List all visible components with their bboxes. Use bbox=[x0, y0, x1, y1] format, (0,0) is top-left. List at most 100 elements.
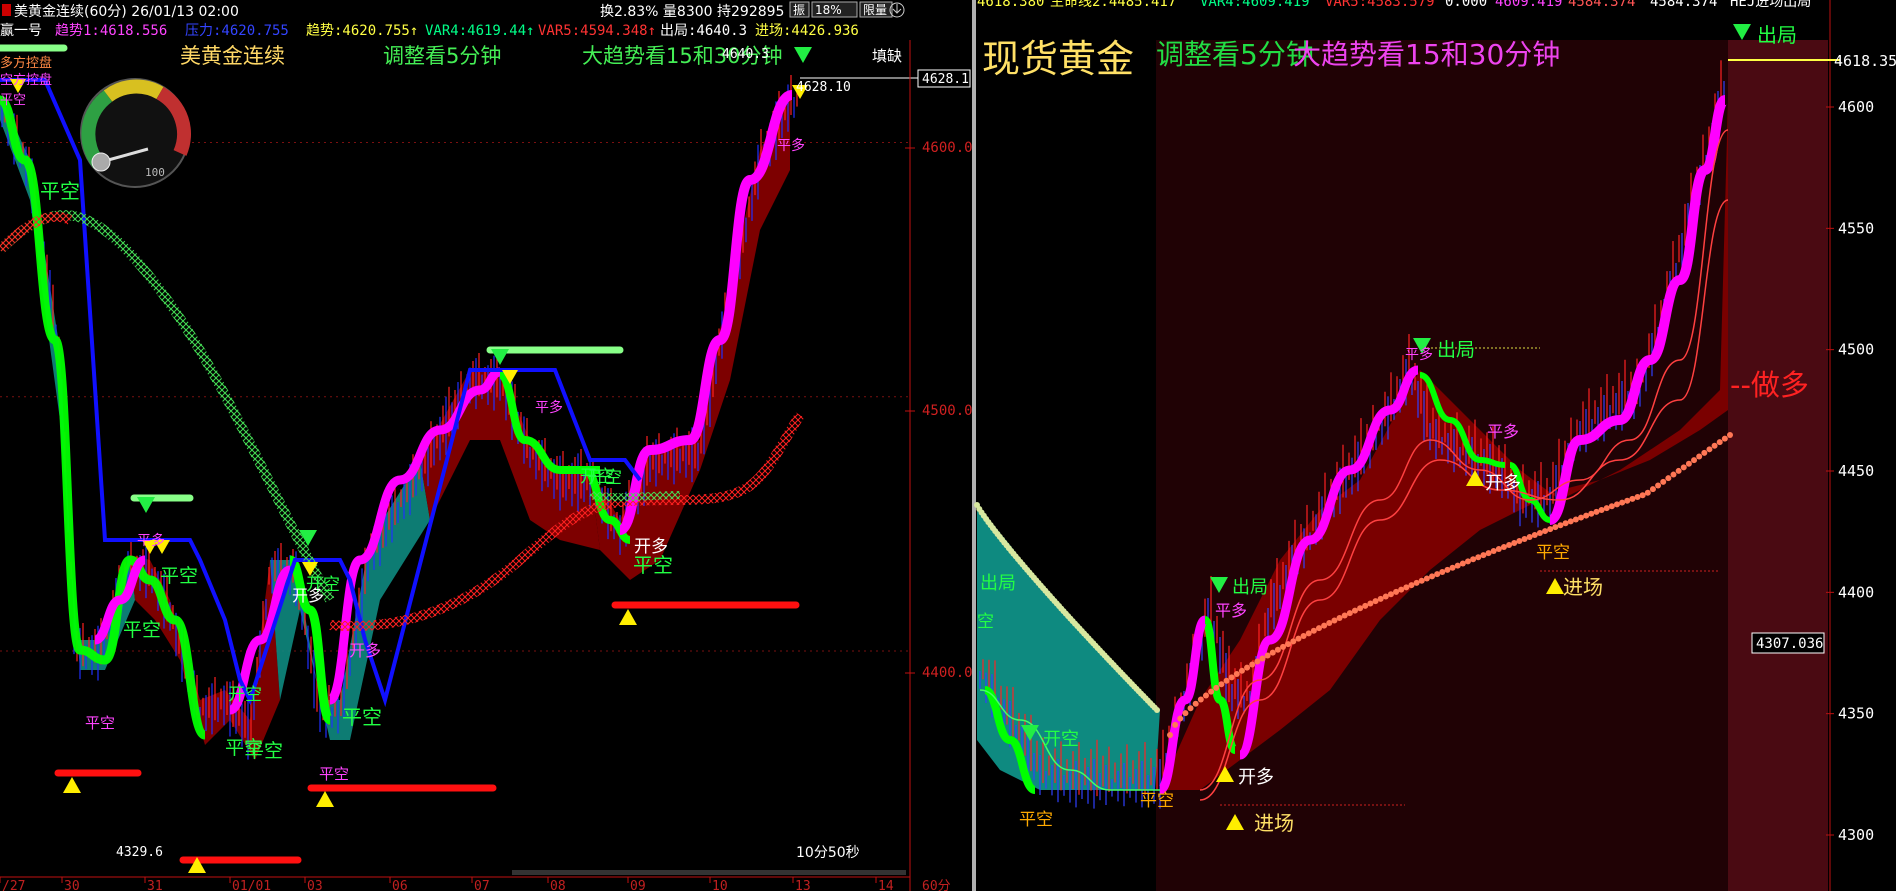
x-tick-label: 07 bbox=[474, 879, 490, 891]
signal-label: 平多 bbox=[1487, 422, 1519, 441]
life-line-dot bbox=[1475, 554, 1482, 561]
life-line-dot bbox=[1393, 588, 1400, 595]
life-line-dot bbox=[1449, 564, 1456, 571]
life-line-dot bbox=[1228, 674, 1235, 681]
life-line-dot bbox=[1593, 508, 1600, 515]
fill-gap-label[interactable]: 填缺 bbox=[872, 47, 902, 65]
life-line-dot bbox=[1557, 522, 1564, 529]
indicator-value: 压力:4620.755 bbox=[185, 23, 289, 39]
life-line-dot bbox=[1280, 643, 1287, 650]
life-line-dot bbox=[1192, 700, 1199, 707]
signal-label: 进场 bbox=[1563, 575, 1603, 599]
bar-countdown: 10分50秒 bbox=[796, 845, 860, 861]
life-line-dot bbox=[1331, 617, 1338, 624]
signal-label: 平多 bbox=[1215, 601, 1247, 620]
life-line-dot bbox=[1459, 560, 1466, 567]
life-line-dot bbox=[1572, 516, 1579, 523]
life-line-dot bbox=[1326, 620, 1333, 627]
signal-label: 平多 bbox=[535, 399, 563, 416]
side-label-long: 多方控盘 bbox=[0, 55, 52, 71]
y-tick-label: 4450 bbox=[1838, 462, 1874, 480]
life-line-dot bbox=[1408, 582, 1415, 589]
life-line-dot bbox=[1583, 512, 1590, 519]
life-line-dot bbox=[1264, 652, 1271, 659]
life-line-dot bbox=[1305, 630, 1312, 637]
life-line-dot bbox=[1526, 533, 1533, 540]
life-line-dot bbox=[1295, 635, 1302, 642]
life-line-dot bbox=[1603, 505, 1610, 512]
x-tick-label: 30 bbox=[64, 879, 80, 891]
signal-label: 开多 bbox=[292, 586, 324, 605]
signal-label: 开多 bbox=[349, 641, 381, 660]
life-line-dot bbox=[1624, 497, 1631, 504]
life-line-dot bbox=[1711, 442, 1718, 449]
panel-divider[interactable] bbox=[972, 0, 976, 891]
chart-stats: 换2.83% 量8300 持292895 bbox=[600, 3, 784, 20]
life-line-dot bbox=[1727, 432, 1733, 438]
life-line-dot bbox=[1315, 625, 1322, 632]
life-line-dot bbox=[1634, 494, 1641, 501]
right-indicator-value: VAR5:4583.579 bbox=[1325, 0, 1435, 10]
right-adjust-5min: 调整看5分钟 bbox=[1156, 38, 1314, 71]
right-title: 现货黄金 bbox=[982, 37, 1134, 81]
signal-label: 平空 bbox=[85, 714, 115, 732]
signal-label: 平空 bbox=[160, 565, 198, 587]
life-line-dot bbox=[1439, 569, 1446, 576]
indicator-value: 赢一号 bbox=[0, 22, 42, 39]
life-line-dot bbox=[1336, 615, 1343, 622]
signal-label: 平空 bbox=[1536, 543, 1570, 563]
life-line-dot bbox=[1670, 471, 1677, 478]
life-line-dot bbox=[1644, 489, 1651, 496]
left-chart-panel[interactable]: 美黄金连续(60分) 26/01/13 02:00 换2.83% 量8300 持… bbox=[0, 0, 975, 891]
signal-label: 开多 bbox=[1485, 473, 1521, 494]
y-tick-label: 4550 bbox=[1838, 219, 1874, 237]
indicator-value: 趋势:4620.755↑ bbox=[306, 23, 418, 39]
life-line-dot bbox=[1547, 526, 1554, 533]
life-line-dot bbox=[1202, 692, 1209, 699]
life-line-dot bbox=[1418, 577, 1425, 584]
life-line-dot bbox=[1511, 539, 1518, 546]
last-price-value: 4628.1 bbox=[922, 72, 969, 87]
life-line-dot bbox=[1516, 537, 1523, 544]
life-line-dot bbox=[1403, 584, 1410, 591]
life-line-dot bbox=[1521, 535, 1528, 542]
x-tick-label: 13 bbox=[795, 879, 811, 891]
timeframe-label: 60分 bbox=[922, 879, 951, 891]
signal-label: 平空 bbox=[40, 179, 80, 203]
x-tick-label: /27 bbox=[2, 879, 25, 891]
life-line-dot bbox=[1429, 573, 1436, 580]
life-line-dot bbox=[1531, 531, 1538, 538]
life-line-dot bbox=[1321, 622, 1328, 629]
signal-label: 平多 bbox=[137, 532, 165, 549]
right-indicator-value: 4618.380 bbox=[977, 0, 1044, 10]
life-line-dot bbox=[1218, 681, 1225, 688]
x-tick-label: 03 bbox=[307, 879, 323, 891]
life-line-dot bbox=[1567, 518, 1574, 525]
life-line-dot bbox=[1351, 607, 1358, 614]
signal-label: 平空 bbox=[633, 553, 673, 577]
right-current-zone bbox=[1728, 40, 1828, 891]
life-line-dot bbox=[1480, 552, 1487, 559]
right-chart-panel[interactable]: 4618.380 生命线2.4485.417 VAR4:4609.419 VAR5:4… bbox=[974, 0, 1896, 891]
life-line-dot bbox=[1285, 641, 1292, 648]
life-line-dot bbox=[1536, 530, 1543, 537]
life-line-dot bbox=[1619, 499, 1626, 506]
signal-label: 空 bbox=[977, 612, 994, 632]
life-line-dot bbox=[1398, 586, 1405, 593]
scrollbar[interactable] bbox=[512, 870, 906, 875]
life-line-dot bbox=[1300, 632, 1307, 639]
life-line-dot bbox=[1362, 602, 1369, 609]
life-line-dot bbox=[1588, 510, 1595, 517]
x-tick-label: 01/01 bbox=[232, 879, 271, 891]
life-line-dot bbox=[1357, 605, 1364, 612]
y-tick-label: 4400 bbox=[1838, 583, 1874, 601]
life-line-dot bbox=[1721, 435, 1728, 442]
life-line-dot bbox=[1154, 707, 1160, 713]
life-line-dot bbox=[1233, 671, 1240, 678]
life-line-dot bbox=[1208, 688, 1215, 695]
life-line-dot bbox=[1490, 548, 1497, 555]
life-line-dot bbox=[1182, 710, 1189, 717]
life-line-dot bbox=[1444, 566, 1451, 573]
right-indicator-value: 4584.374 bbox=[1650, 0, 1717, 10]
life-line-dot bbox=[1367, 600, 1374, 607]
